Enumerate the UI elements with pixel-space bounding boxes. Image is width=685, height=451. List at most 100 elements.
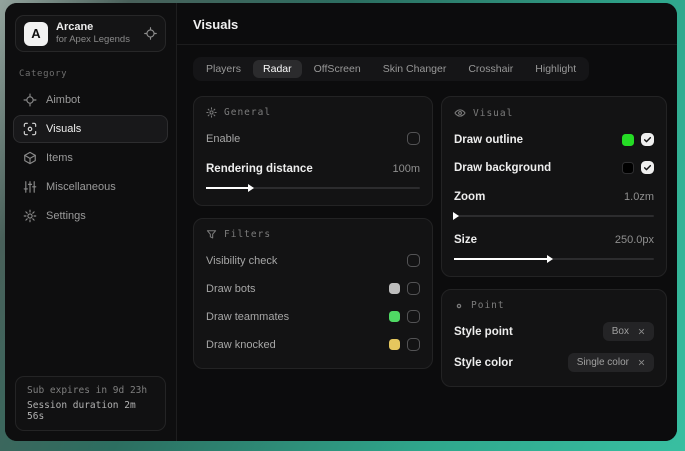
draw-teammates-row: Draw teammates [206,306,420,327]
category-label: Category [19,69,176,79]
tab-bar: Players Radar OffScreen Skin Changer Cro… [193,57,589,81]
draw-knocked-row: Draw knocked [206,334,420,355]
subscription-card: Sub expires in 9d 23h Session duration 2… [15,376,166,431]
size-label: Size [454,234,477,246]
slider-thumb[interactable] [547,255,553,263]
draw-knocked-color-swatch[interactable] [389,339,400,350]
sidebar-item-settings[interactable]: Settings [13,202,168,230]
tab-offscreen[interactable]: OffScreen [304,60,371,78]
sidebar-item-visuals[interactable]: Visuals [13,115,168,143]
draw-outline-color-swatch[interactable] [622,134,634,146]
point-card: Point Style point Box Style color [441,289,667,387]
slider-fill [206,187,249,189]
crosshair-icon [23,93,37,107]
sidebar-nav: Aimbot Visuals Items [5,86,176,230]
zoom-slider[interactable] [454,212,654,220]
sidebar-item-label: Miscellaneous [46,181,116,193]
sidebar-item-label: Items [46,152,73,164]
rendering-distance-label: Rendering distance [206,163,313,175]
slider-thumb[interactable] [453,212,459,220]
left-column: General Enable Rendering distance 100m [193,96,433,369]
draw-background-color-swatch[interactable] [622,162,634,174]
draw-outline-row: Draw outline [454,129,654,150]
eye-scan-icon [23,122,37,136]
style-color-select[interactable]: Single color [568,353,654,372]
rendering-distance-slider[interactable] [206,184,420,192]
draw-bots-row: Draw bots [206,278,420,299]
target-icon[interactable] [144,27,157,40]
slider-thumb[interactable] [248,184,254,192]
draw-background-checkbox[interactable] [641,161,654,174]
gear-icon [23,209,37,223]
draw-teammates-label: Draw teammates [206,311,289,323]
visibility-check-label: Visibility check [206,255,277,267]
sliders-icon [23,180,37,194]
dot-icon [454,301,464,311]
draw-teammates-checkbox[interactable] [407,310,420,323]
style-point-row: Style point Box [454,321,654,342]
style-point-select[interactable]: Box [603,322,654,341]
tab-skin-changer[interactable]: Skin Changer [373,60,457,78]
draw-teammates-color-swatch[interactable] [389,311,400,322]
funnel-icon [206,229,217,240]
size-value: 250.0px [615,234,654,246]
sun-gear-icon [206,107,217,118]
draw-bots-color-swatch[interactable] [389,283,400,294]
eye-icon [454,107,466,119]
rendering-distance-row: Rendering distance 100m [206,158,420,179]
visibility-check-checkbox[interactable] [407,254,420,267]
draw-bots-checkbox[interactable] [407,282,420,295]
tab-radar[interactable]: Radar [253,60,302,78]
filters-card: Filters Visibility check Draw bots [193,218,433,369]
slider-track [454,215,654,217]
enable-row: Enable [206,128,420,149]
draw-bots-label: Draw bots [206,283,256,295]
style-color-row: Style color Single color [454,352,654,373]
sidebar-item-label: Visuals [46,123,81,135]
app-name: Arcane [56,21,130,34]
zoom-label: Zoom [454,191,485,203]
page-title: Visuals [193,17,667,32]
sidebar-item-aimbot[interactable]: Aimbot [13,86,168,114]
enable-label: Enable [206,133,240,145]
sidebar-item-miscellaneous[interactable]: Miscellaneous [13,173,168,201]
visual-card: Visual Draw outline Draw background [441,96,667,277]
draw-knocked-label: Draw knocked [206,339,276,351]
general-card-header: General [206,107,420,118]
content-area: General Enable Rendering distance 100m [177,81,677,402]
main-header: Visuals [177,3,677,45]
sub-expires-text: Sub expires in 9d 23h [27,385,154,396]
size-row: Size 250.0px [454,229,654,250]
draw-knocked-checkbox[interactable] [407,338,420,351]
style-color-value: Single color [577,357,629,368]
draw-outline-checkbox[interactable] [641,133,654,146]
size-slider[interactable] [454,255,654,263]
draw-background-row: Draw background [454,157,654,178]
sidebar-item-label: Aimbot [46,94,80,106]
tab-players[interactable]: Players [196,60,251,78]
point-card-header: Point [454,300,654,311]
tab-crosshair[interactable]: Crosshair [458,60,523,78]
rendering-distance-value: 100m [392,163,420,175]
sidebar: A Arcane for Apex Legends Category Aimbo… [5,3,177,441]
app-subtitle: for Apex Legends [56,34,130,46]
zoom-value: 1.0zm [624,191,654,203]
sidebar-item-items[interactable]: Items [13,144,168,172]
visual-card-title: Visual [473,108,513,119]
tab-highlight[interactable]: Highlight [525,60,586,78]
app-header-card: A Arcane for Apex Legends [15,15,166,52]
close-icon[interactable] [638,359,645,366]
box-icon [23,151,37,165]
close-icon[interactable] [638,328,645,335]
sidebar-item-label: Settings [46,210,86,222]
draw-background-label: Draw background [454,162,551,174]
session-duration-text: Session duration 2m 56s [27,400,154,422]
app-window: A Arcane for Apex Legends Category Aimbo… [5,3,677,441]
style-color-label: Style color [454,357,513,369]
filters-card-header: Filters [206,229,420,240]
filters-card-title: Filters [224,229,271,240]
enable-checkbox[interactable] [407,132,420,145]
zoom-row: Zoom 1.0zm [454,186,654,207]
app-logo: A [24,22,48,46]
style-point-value: Box [612,326,629,337]
